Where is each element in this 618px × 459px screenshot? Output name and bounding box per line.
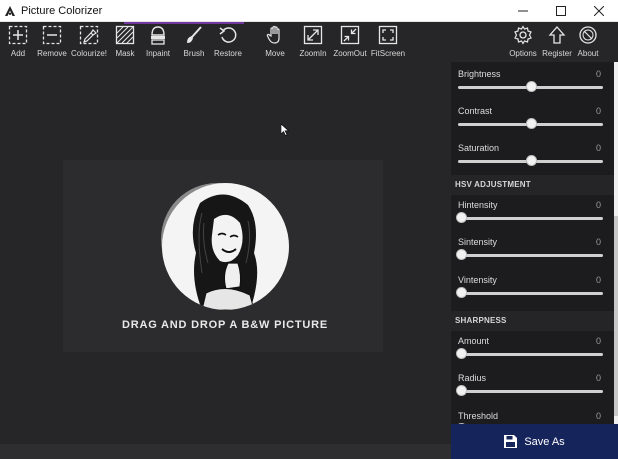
slider-label: Amount [458,336,490,346]
close-button[interactable] [580,0,618,22]
slider-track[interactable] [458,390,603,393]
move-button[interactable]: Move [255,25,295,58]
about-button[interactable]: About [568,25,608,58]
slider-brightness[interactable]: Brightness 0 [451,69,614,105]
options-label: Options [509,49,537,58]
about-icon [579,26,597,44]
slider-contrast[interactable]: Contrast 0 [451,106,614,142]
slider-value: 0 [595,373,601,383]
inpaint-icon [151,26,165,45]
restore-label: Restore [213,49,242,58]
slider-hintensity[interactable]: Hintensity 0 [451,200,614,236]
status-bar [0,444,451,459]
mask-label: Mask [115,49,135,58]
slider-label: Brightness [458,69,501,79]
slider-track[interactable] [458,353,603,356]
register-icon [548,26,566,44]
mouse-cursor-icon [281,124,289,136]
gear-icon [514,25,532,45]
slider-label: Vintensity [458,275,497,285]
close-icon [594,6,604,16]
title-bar: Picture Colorizer [0,0,618,22]
slider-amount[interactable]: Amount 0 [451,336,614,372]
slider-thumb[interactable] [456,212,467,223]
slider-thumb[interactable] [526,81,537,92]
slider-saturation[interactable]: Saturation 0 [451,143,614,179]
slider-value: 0 [595,237,601,247]
move-hand-icon [266,25,280,44]
save-as-button[interactable]: Save As [451,424,618,459]
slider-thumb[interactable] [456,249,467,260]
slider-track[interactable] [458,254,603,257]
sample-portrait-image [162,183,289,310]
slider-thumb[interactable] [526,118,537,129]
remove-button[interactable]: Remove [32,25,72,58]
maximize-icon [556,6,566,16]
colourize-icon [79,25,99,45]
slider-label: Contrast [458,106,493,116]
zoom-in-button[interactable]: ZoomIn [293,25,333,58]
sharpness-section-title: SHARPNESS [451,311,614,331]
move-label: Move [265,49,285,58]
toolbar-accent [124,22,244,24]
fit-screen-button[interactable]: FitScreen [368,25,408,58]
restore-icon [219,27,237,43]
slider-value: 0 [595,143,601,153]
brush-label: Brush [183,49,205,58]
slider-label: Radius [458,373,487,383]
zoom-out-button[interactable]: ZoomOut [330,25,370,58]
slider-value: 0 [595,200,601,210]
slider-thumb[interactable] [526,155,537,166]
restore-button[interactable]: Restore [208,25,248,58]
slider-label: Hintensity [458,200,498,210]
inpaint-button[interactable]: Inpaint [138,25,178,58]
maximize-button[interactable] [542,0,580,22]
slider-label: Sintensity [458,237,498,247]
about-label: About [577,49,599,58]
slider-label: Saturation [458,143,500,153]
slider-value: 0 [595,69,601,79]
fit-screen-label: FitScreen [370,49,406,58]
zoom-in-label: ZoomIn [299,49,327,58]
slider-vintensity[interactable]: Vintensity 0 [451,275,614,311]
remove-icon [42,25,62,45]
save-as-label: Save As [524,435,565,448]
drop-instructions: DRAG AND DROP A B&W PICTURE [122,319,328,331]
slider-value: 0 [595,275,601,285]
minimize-icon [518,10,528,12]
slider-label: Threshold [458,411,499,421]
add-label: Add [10,49,26,58]
slider-thumb[interactable] [456,287,467,298]
zoom-in-icon [303,25,323,45]
slider-value: 0 [595,336,601,346]
mask-icon [115,25,135,45]
colourize-button[interactable]: Colourize! [69,25,109,58]
toolbar: Add Remove Colourize! Mask Inpaint Brush [0,22,618,62]
slider-track[interactable] [458,217,603,220]
slider-sintensity[interactable]: Sintensity 0 [451,237,614,273]
hsv-section-title: HSV ADJUSTMENT [451,175,614,195]
remove-label: Remove [37,49,67,58]
panel-scrollbar-thumb[interactable] [614,216,618,416]
colourize-label: Colourize! [70,49,107,58]
minimize-button[interactable] [504,0,542,22]
zoom-out-icon [340,25,360,45]
fit-screen-icon [378,25,398,45]
slider-thumb[interactable] [456,385,467,396]
slider-value: 0 [595,411,601,421]
slider-track[interactable] [458,292,603,295]
slider-thumb[interactable] [456,348,467,359]
floppy-disk-icon [504,435,518,448]
add-icon [8,25,28,45]
window-title: Picture Colorizer [21,4,103,17]
zoom-out-label: ZoomOut [333,49,367,58]
slider-radius[interactable]: Radius 0 [451,373,614,409]
slider-value: 0 [595,106,601,116]
app-logo-icon [3,4,17,18]
brush-icon [187,26,202,43]
inpaint-label: Inpaint [145,49,171,58]
